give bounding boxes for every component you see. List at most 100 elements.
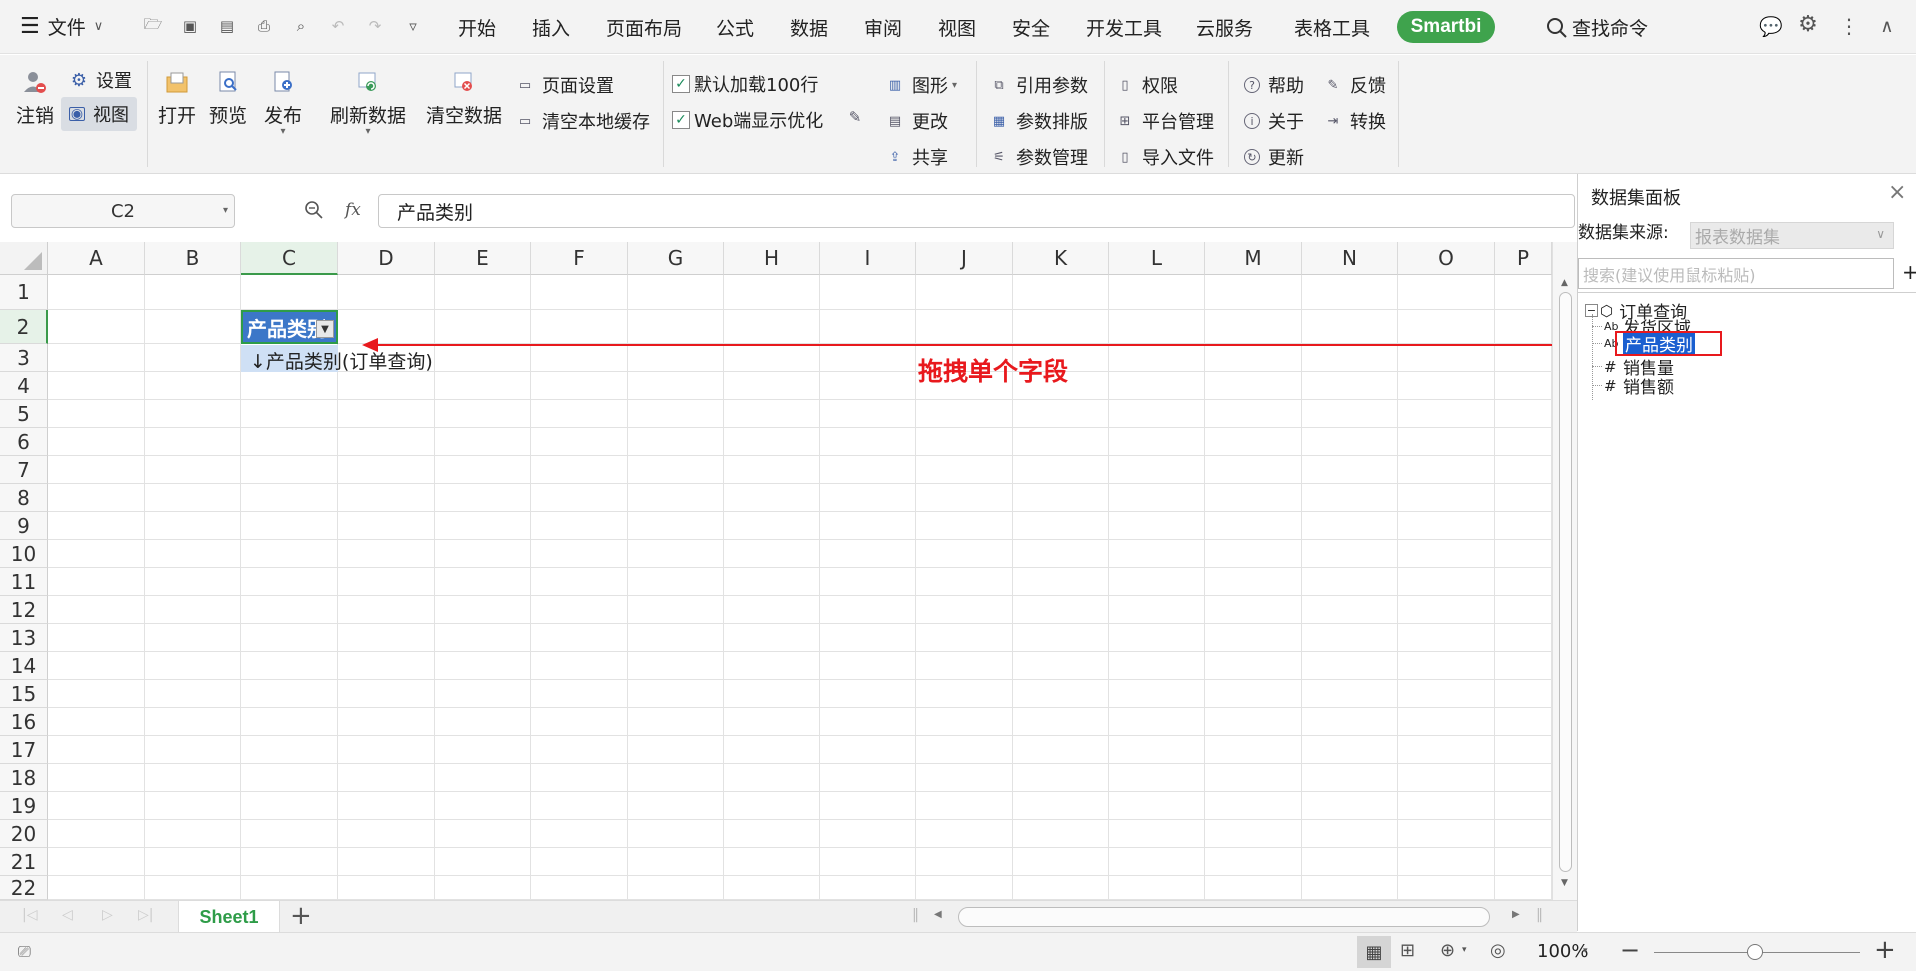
zoom-formula-icon[interactable] [304, 200, 324, 225]
scroll-down-icon[interactable]: ▼ [1561, 878, 1568, 888]
zoom-level[interactable]: 100% [1537, 941, 1588, 962]
search-command[interactable]: 查找命令 [1546, 14, 1648, 41]
more-options-icon[interactable]: ⋮ [1838, 14, 1860, 38]
update-button[interactable]: ↻ 更新 [1244, 144, 1304, 170]
row-header-6[interactable]: 6 [0, 428, 48, 456]
preview-button[interactable]: 预览 [209, 69, 247, 128]
default-load-checkbox[interactable]: ✓ 默认加载100行 [672, 71, 818, 97]
row-header-15[interactable]: 15 [0, 680, 48, 708]
page-setup-button[interactable]: ▭ 页面设置 [516, 72, 614, 98]
source-select[interactable]: 报表数据集 ∨ [1690, 222, 1894, 249]
chevron-down-icon[interactable]: ∨ [94, 19, 104, 34]
scroll-divider-icon[interactable]: ‖ [1536, 907, 1543, 923]
add-icon[interactable]: + [1902, 260, 1916, 284]
horizontal-scroll-thumb[interactable] [958, 907, 1490, 927]
row-header-5[interactable]: 5 [0, 400, 48, 428]
tab-data[interactable]: 数据 [790, 14, 828, 41]
reference-param-button[interactable]: ⧉ 引用参数 [990, 72, 1088, 98]
param-layout-button[interactable]: ▦ 参数排版 [990, 108, 1088, 134]
chevron-down-icon[interactable]: ∨ [1876, 227, 1885, 241]
file-menu-label[interactable]: 文件 [48, 13, 86, 40]
fx-icon[interactable]: fx [345, 200, 361, 220]
open-folder-icon[interactable]: 🗁 [144, 15, 163, 35]
help-button[interactable]: ? 帮助 [1244, 72, 1304, 98]
tab-home[interactable]: 开始 [458, 14, 496, 41]
macro-record-icon[interactable]: ⎚ [18, 942, 31, 962]
hamburger-icon[interactable]: ☰ [20, 14, 40, 39]
vertical-scroll-thumb[interactable] [1559, 292, 1572, 872]
share-button[interactable]: ⇪ 共享 [886, 144, 948, 170]
save-icon[interactable]: ▣ [181, 17, 199, 35]
row-header-16[interactable]: 16 [0, 708, 48, 736]
redo-icon[interactable]: ↷ [366, 17, 384, 35]
page-break-view-icon[interactable]: ⊞ [1400, 940, 1415, 961]
clear-data-button[interactable]: 清空数据 [426, 69, 502, 128]
row-header-12[interactable]: 12 [0, 596, 48, 624]
row-header-13[interactable]: 13 [0, 624, 48, 652]
platform-manage-button[interactable]: ⊞ 平台管理 [1116, 108, 1214, 134]
scroll-divider-icon[interactable]: ‖ [912, 907, 919, 923]
web-optimize-checkbox[interactable]: ✓ Web端显示优化 [672, 107, 823, 133]
tab-page-layout[interactable]: 页面布局 [606, 14, 682, 41]
logout-button[interactable]: 注销 [16, 69, 54, 128]
close-icon[interactable]: × [1888, 180, 1906, 205]
prev-sheet-icon[interactable]: ◁ [62, 907, 73, 923]
scroll-left-icon[interactable]: ◀ [934, 909, 942, 920]
tab-cloud[interactable]: 云服务 [1196, 14, 1253, 41]
change-button[interactable]: ▤ 更改 [886, 108, 948, 134]
row-header-17[interactable]: 17 [0, 736, 48, 764]
chevron-down-icon[interactable]: ▾ [223, 205, 228, 216]
feedback-button[interactable]: ✎ 反馈 [1324, 72, 1386, 98]
vertical-scrollbar[interactable]: ▲ ▼ [1552, 242, 1577, 900]
row-header-20[interactable]: 20 [0, 820, 48, 848]
collapse-ribbon-icon[interactable]: ∧ [1876, 15, 1898, 37]
search-input[interactable]: 搜索(建议使用鼠标粘贴) [1578, 258, 1894, 289]
sheet-tab-sheet1[interactable]: Sheet1 [178, 901, 280, 933]
publish-button[interactable]: 发布 ▾ [264, 69, 302, 137]
permission-button[interactable]: ▯ 权限 [1116, 72, 1178, 98]
page-layout-view-icon[interactable]: ⊕ [1440, 940, 1455, 961]
row-header-9[interactable]: 9 [0, 512, 48, 540]
row-header-21[interactable]: 21 [0, 848, 48, 876]
row-header-18[interactable]: 18 [0, 764, 48, 792]
zoom-slider-thumb[interactable] [1747, 944, 1763, 960]
row-header-14[interactable]: 14 [0, 652, 48, 680]
first-sheet-icon[interactable]: |◁ [22, 907, 37, 923]
eye-protection-icon[interactable]: ◎ [1490, 940, 1506, 961]
tab-view[interactable]: 视图 [938, 14, 976, 41]
print-preview-icon[interactable]: ⌕ [292, 17, 310, 35]
row-header-10[interactable]: 10 [0, 540, 48, 568]
checkbox-checked-icon[interactable]: ✓ [672, 111, 690, 129]
search-command-label[interactable]: 查找命令 [1572, 14, 1648, 41]
file-menu[interactable]: ☰ 文件 ∨ [20, 13, 103, 40]
convert-button[interactable]: ⇥ 转换 [1324, 108, 1386, 134]
view-button[interactable]: ◉ 视图 [61, 97, 137, 131]
zoom-in-icon[interactable]: + [1874, 935, 1896, 965]
chevron-down-icon[interactable]: ▾ [1583, 946, 1588, 956]
tab-table-tools[interactable]: 表格工具 [1294, 14, 1370, 41]
print-icon[interactable]: ⎙ [255, 17, 273, 35]
zoom-out-icon[interactable]: − [1620, 936, 1640, 964]
tab-insert[interactable]: 插入 [532, 14, 570, 41]
edit-pen-button[interactable]: ✎ [846, 108, 872, 126]
row-header-7[interactable]: 7 [0, 456, 48, 484]
formula-input[interactable]: 产品类别 [378, 194, 1575, 228]
about-button[interactable]: i 关于 [1244, 108, 1304, 134]
normal-view-button[interactable]: ▦ [1357, 936, 1391, 968]
import-file-button[interactable]: ▯ 导入文件 [1116, 144, 1214, 170]
export-pdf-icon[interactable]: ▤ [218, 17, 236, 35]
open-button[interactable]: 打开 [158, 69, 196, 128]
row-header-11[interactable]: 11 [0, 568, 48, 596]
search-icon[interactable] [1546, 17, 1568, 39]
undo-icon[interactable]: ↶ [329, 17, 347, 35]
row-header-22[interactable]: 22 [0, 876, 48, 900]
comment-icon[interactable]: 💬 [1759, 15, 1783, 38]
row-header-19[interactable]: 19 [0, 792, 48, 820]
refresh-data-button[interactable]: 刷新数据 ▾ [330, 69, 406, 137]
chevron-down-icon[interactable]: ▾ [1462, 945, 1467, 955]
scroll-right-icon[interactable]: ▶ [1512, 909, 1520, 920]
tab-review[interactable]: 审阅 [864, 14, 902, 41]
tab-security[interactable]: 安全 [1012, 14, 1050, 41]
tree-field-item[interactable]: # 销售额 [1592, 373, 1674, 398]
clear-cache-button[interactable]: ▭ 清空本地缓存 [516, 108, 650, 134]
